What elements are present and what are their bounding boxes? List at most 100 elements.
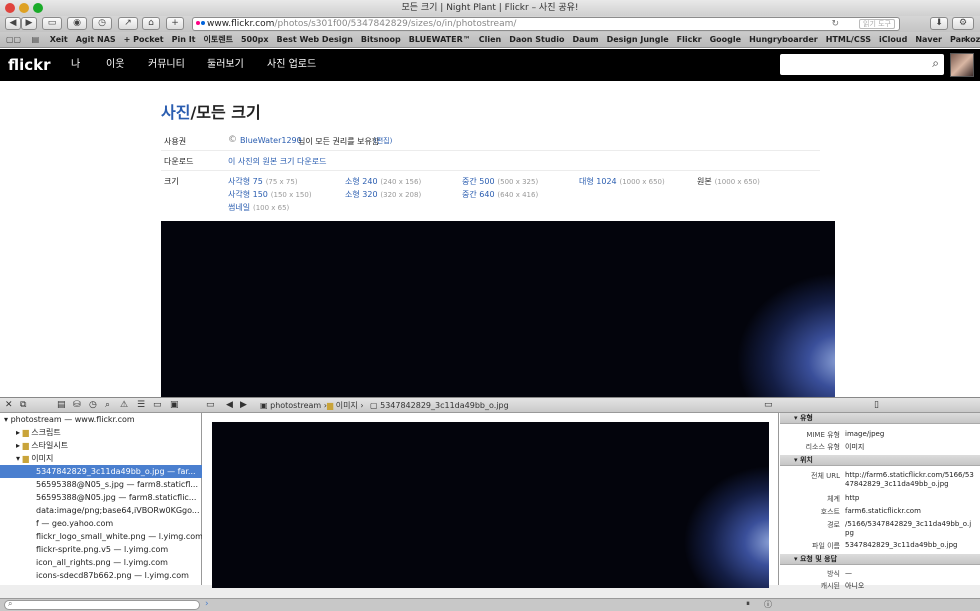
dock-icon[interactable]: ⧉ bbox=[20, 400, 26, 410]
bookmark-item[interactable]: Design Jungle bbox=[607, 32, 669, 47]
storage-icon[interactable]: ⛁ bbox=[73, 400, 81, 410]
close-icon[interactable]: ✕ bbox=[5, 400, 13, 410]
sidebar-button[interactable]: ▭ bbox=[42, 17, 62, 30]
size-sq75[interactable]: 사각형 75 (75 x 75) bbox=[228, 176, 298, 187]
bookmarks-overflow-icon[interactable]: » bbox=[963, 32, 968, 47]
top-sites-button[interactable]: ◉ bbox=[67, 17, 87, 30]
section-location[interactable]: ▾ 위치 bbox=[780, 455, 980, 466]
bookmark-item[interactable]: Daum bbox=[573, 32, 599, 47]
bookmark-item[interactable]: Clien bbox=[479, 32, 501, 47]
nav-upload[interactable]: 사진 업로드 bbox=[267, 49, 316, 81]
warning-icon[interactable]: ⚠ bbox=[120, 400, 128, 410]
bookmark-item[interactable]: Agit NAS bbox=[76, 32, 116, 47]
console-prompt[interactable]: › bbox=[205, 599, 209, 609]
tree-folder-stylesheets[interactable]: ▸ ▆ 스타일시트 bbox=[0, 439, 202, 452]
tree-item[interactable]: icons-sdecd87b662.png — l.yimg.com bbox=[0, 569, 202, 582]
tree-item[interactable]: flickr_logo_small_white.png — l.yimg.com bbox=[0, 530, 202, 543]
bookmark-item[interactable]: HTML/CSS bbox=[826, 32, 871, 47]
tree-folder-scripts[interactable]: ▸ ▆ 스크립트 bbox=[0, 426, 202, 439]
section-request[interactable]: ▾ 요청 및 응답 bbox=[780, 554, 980, 565]
crumb-photostream[interactable]: ▣ photostream › bbox=[260, 398, 327, 413]
nav-me[interactable]: 나 bbox=[71, 49, 80, 81]
size-medium500[interactable]: 중간 500 (500 x 325) bbox=[462, 176, 538, 187]
bookmark-item[interactable]: iCloud bbox=[879, 32, 907, 47]
history-button[interactable]: ◷ bbox=[92, 17, 112, 30]
add-bookmark-button[interactable]: + bbox=[166, 17, 184, 30]
bookmark-item[interactable]: Pin It bbox=[172, 32, 196, 47]
reload-icon[interactable]: ↻ bbox=[831, 18, 839, 30]
photo-link[interactable]: 사진 bbox=[161, 103, 190, 122]
bookmark-item[interactable]: + Pocket bbox=[124, 32, 164, 47]
bookmark-item[interactable]: 이토렌트 bbox=[204, 32, 233, 47]
size-large1024[interactable]: 대형 1024 (1000 x 650) bbox=[579, 176, 665, 187]
tree-item-selected[interactable]: 5347842829_3c11da49bb_o.jpg — far... bbox=[0, 465, 202, 478]
tree-item[interactable]: 56595388@N05.jpg — farm8.staticflic... bbox=[0, 491, 202, 504]
bookmark-item[interactable]: Bitsnoop bbox=[361, 32, 401, 47]
tree-item-root[interactable]: ▾ photostream — www.flickr.com bbox=[0, 413, 202, 426]
nav-community[interactable]: 커뮤니티 bbox=[148, 49, 185, 81]
tree-folder-images[interactable]: ▾ ▆ 이미지 bbox=[0, 452, 202, 465]
nav-contacts[interactable]: 이웃 bbox=[106, 49, 124, 81]
info-icon[interactable]: ⓘ bbox=[764, 599, 772, 610]
tree-item[interactable]: 56595388@N05_s.jpg — farm8.staticfl... bbox=[0, 478, 202, 491]
avatar[interactable] bbox=[950, 53, 974, 77]
owner-link[interactable]: BlueWater1290 bbox=[240, 136, 302, 145]
section-type[interactable]: ▾ 유형 bbox=[780, 413, 980, 424]
bookmark-item[interactable]: BLUEWATER™ bbox=[409, 32, 471, 47]
minimize-window-icon[interactable] bbox=[19, 3, 29, 13]
bookmark-item[interactable]: Hungryboarder bbox=[749, 32, 818, 47]
bookmark-item[interactable]: 500px bbox=[241, 32, 269, 47]
breakpoints-icon[interactable]: ▭ bbox=[153, 400, 162, 410]
crumb-images[interactable]: ▆ 이미지 › bbox=[327, 398, 364, 413]
tree-item[interactable]: icon_all_rights.png — l.yimg.com bbox=[0, 556, 202, 569]
share-icon[interactable]: ↗ bbox=[118, 17, 138, 30]
flickr-logo[interactable]: flickr bbox=[8, 49, 51, 81]
scheme-value: http bbox=[845, 494, 860, 502]
photo-image[interactable] bbox=[161, 221, 835, 397]
search-icon[interactable]: ⌕ bbox=[105, 400, 110, 410]
back-icon[interactable]: ◀ bbox=[226, 400, 233, 410]
home-icon[interactable]: ⌂ bbox=[142, 17, 160, 30]
close-window-icon[interactable] bbox=[5, 3, 15, 13]
bookmark-item[interactable]: Best Web Design bbox=[277, 32, 353, 47]
tree-item[interactable]: data:image/png;base64,iVBORw0KGgo... bbox=[0, 504, 202, 517]
pause-icon[interactable]: ⏸ bbox=[746, 599, 750, 609]
size-small320[interactable]: 소형 320 (320 x 208) bbox=[345, 189, 421, 200]
bookmark-item[interactable]: Naver bbox=[915, 32, 942, 47]
bookmark-item[interactable]: Flickr bbox=[677, 32, 702, 47]
filter-input[interactable]: ⌕ bbox=[4, 599, 200, 610]
method-key: 방식 bbox=[827, 570, 840, 578]
resources-icon[interactable]: ▤ bbox=[57, 400, 66, 410]
address-bar[interactable]: www.flickr.com/photos/s301f00/5347842829… bbox=[192, 17, 900, 31]
downloads-icon[interactable]: ⬇ bbox=[930, 17, 948, 30]
list-icon[interactable]: ☰ bbox=[137, 400, 145, 410]
reader-button[interactable]: 읽기 도구 bbox=[859, 19, 895, 29]
back-button[interactable]: ◀ bbox=[5, 17, 21, 30]
license-edit-link[interactable]: (편집) bbox=[374, 136, 392, 146]
crumb-file[interactable]: ▢ 5347842829_3c11da49bb_o.jpg bbox=[370, 398, 509, 413]
bookmark-item[interactable]: Google bbox=[710, 32, 741, 47]
bookmark-item[interactable]: Xeit bbox=[50, 32, 68, 47]
bookmark-item[interactable]: Daon Studio bbox=[509, 32, 564, 47]
forward-icon[interactable]: ▶ bbox=[240, 400, 247, 410]
size-thumbnail[interactable]: 썸네일 (100 x 65) bbox=[228, 202, 289, 213]
details-toggle-icon[interactable]: ▭ bbox=[764, 400, 773, 410]
size-medium640[interactable]: 중간 640 (640 x 416) bbox=[462, 189, 538, 200]
flickr-search-input[interactable]: ⌕ bbox=[780, 54, 944, 75]
reading-list-icon[interactable]: ▤ bbox=[32, 32, 40, 47]
tree-item[interactable]: f — geo.yahoo.com bbox=[0, 517, 202, 530]
size-sq150[interactable]: 사각형 150 (150 x 150) bbox=[228, 189, 312, 200]
nav-explore[interactable]: 둘러보기 bbox=[207, 49, 244, 81]
sidebar-toggle-icon[interactable]: ▭ bbox=[206, 400, 215, 410]
document-icon[interactable]: ▯ bbox=[874, 400, 879, 410]
search-icon[interactable]: ⌕ bbox=[932, 56, 939, 71]
forward-button[interactable]: ▶ bbox=[21, 17, 37, 30]
tree-item[interactable]: flickr-sprite.png.v5 — l.yimg.com bbox=[0, 543, 202, 556]
size-small240[interactable]: 소형 240 (240 x 156) bbox=[345, 176, 421, 187]
download-original-link[interactable]: 이 사진의 원본 크기 다운로드 bbox=[228, 156, 327, 167]
bookmark-sidebar-icon[interactable]: ▢▢ bbox=[6, 32, 21, 47]
console-icon[interactable]: ▣ bbox=[170, 400, 179, 410]
settings-icon[interactable]: ⚙ bbox=[952, 17, 974, 30]
zoom-window-icon[interactable] bbox=[33, 3, 43, 13]
timeline-icon[interactable]: ◷ bbox=[89, 400, 97, 410]
